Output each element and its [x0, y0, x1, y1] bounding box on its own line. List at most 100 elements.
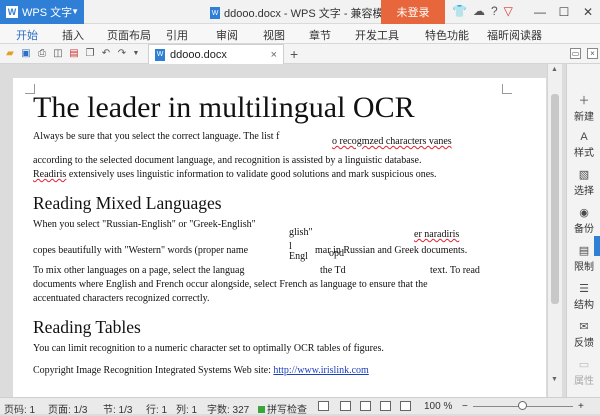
- app-name: WPS 文字: [22, 7, 73, 19]
- text-run: To mix other languages on a page, select…: [33, 265, 245, 276]
- new-icon: ＋: [578, 95, 590, 107]
- sidebar-item-backup[interactable]: ◉ 备份: [567, 206, 600, 235]
- paragraph-line: according to the selected document langu…: [33, 155, 422, 166]
- paragraph-line: To mix other languages on a page, select…: [33, 264, 489, 278]
- cloud-icon[interactable]: ☁: [473, 4, 485, 18]
- sidebar-item-label: 备份: [574, 224, 594, 235]
- titlebar-icons: 👕 ☁ ? ▽: [452, 4, 513, 18]
- document-workarea: The leader in multilingual OCR Always be…: [0, 64, 566, 397]
- sidebar-item-new[interactable]: ＋ 新建: [567, 94, 600, 123]
- scrollbar-thumb[interactable]: [551, 94, 559, 304]
- sidebar-item-structure[interactable]: ☰ 结构: [567, 282, 600, 311]
- tab-foxit-reader[interactable]: 福昕阅读器: [487, 27, 542, 43]
- tab-references[interactable]: 引用: [166, 27, 188, 43]
- sidebar-item-label: 结构: [574, 300, 594, 311]
- zoom-level[interactable]: 100 %: [424, 401, 452, 412]
- print-icon[interactable]: ⎙: [36, 48, 48, 60]
- spell-check-icon: [258, 406, 265, 413]
- zoom-slider-handle[interactable]: [518, 401, 527, 410]
- sidebar-item-feedback[interactable]: ✉ 反馈: [567, 320, 600, 349]
- sidebar-item-label: 样式: [574, 148, 594, 159]
- tab-page-layout[interactable]: 页面布局: [107, 27, 151, 43]
- export-pdf-icon[interactable]: ▤: [68, 48, 80, 60]
- wps-logo-icon: W: [6, 6, 18, 18]
- focus-mode-icon[interactable]: [318, 401, 329, 411]
- paragraph-line: glish" er naradiris: [33, 227, 489, 240]
- vertical-scrollbar[interactable]: ▲ ▼: [547, 64, 562, 397]
- sidebar-item-properties: ▭ 属性: [567, 358, 600, 387]
- quick-access-toolbar: ▰ ▣ ⎙ ◫ ▤ ❐ ↶ ↷ ▼ W ddooo.docx × + ▭ ×: [0, 44, 600, 64]
- copy-format-icon[interactable]: ❐: [84, 48, 96, 60]
- text-run: Always be sure that you select the corre…: [33, 131, 280, 142]
- page-view-icon[interactable]: [340, 401, 351, 411]
- scroll-down-icon[interactable]: ▼: [551, 376, 558, 383]
- text-run: Readiris: [33, 169, 67, 180]
- document-tab[interactable]: W ddooo.docx ×: [148, 44, 284, 64]
- page-corner-mark: [502, 84, 512, 94]
- tab-developer[interactable]: 开发工具: [355, 27, 399, 43]
- zoom-out-icon[interactable]: −: [462, 401, 468, 412]
- paragraph-line: You can limit recognition to a numeric c…: [33, 343, 384, 354]
- chevron-down-icon[interactable]: ▼: [130, 48, 142, 60]
- reading-view-icon[interactable]: [400, 401, 411, 411]
- tab-view[interactable]: 视图: [263, 27, 285, 43]
- feedback-icon: ✉: [579, 321, 589, 333]
- paragraph-line: Always be sure that you select the corre…: [33, 130, 489, 147]
- brand-icon[interactable]: ▽: [504, 4, 513, 18]
- window-controls: — ☐ ✕: [528, 0, 600, 24]
- sidebar-item-label: 新建: [574, 112, 594, 123]
- restore-tab-icon[interactable]: ▭: [570, 48, 581, 59]
- text-run: opd: [329, 248, 344, 259]
- ribbon-tabs: 开始 插入 页面布局 引用 审阅 视图 章节 开发工具 特色功能 福昕阅读器: [0, 24, 600, 47]
- redo-icon[interactable]: ↷: [116, 48, 128, 60]
- document-icon: W: [155, 48, 165, 61]
- tab-insert[interactable]: 插入: [62, 27, 84, 43]
- tab-start[interactable]: 开始: [12, 27, 42, 47]
- document-body[interactable]: The leader in multilingual OCR Always be…: [33, 90, 489, 378]
- save-icon[interactable]: ▣: [20, 48, 32, 60]
- style-icon: A: [580, 131, 588, 143]
- help-icon[interactable]: ?: [491, 4, 498, 18]
- maximize-icon[interactable]: ☐: [552, 0, 576, 24]
- sidebar-item-label: 反馈: [574, 338, 594, 349]
- scroll-up-icon[interactable]: ▲: [551, 66, 558, 73]
- text-run: the Td: [320, 265, 346, 276]
- heading-mixed-languages: Reading Mixed Languages: [33, 193, 222, 213]
- text-run: When you select "Russian-English" or "Gr…: [33, 219, 256, 230]
- sidebar-item-style[interactable]: A 样式: [567, 130, 600, 159]
- sidebar-collapse-handle[interactable]: [594, 236, 600, 256]
- text-run: Copyright Image Recognition Integrated S…: [33, 365, 274, 376]
- close-icon[interactable]: ✕: [576, 0, 600, 24]
- close-tab-icon[interactable]: ×: [271, 49, 277, 61]
- properties-icon: ▭: [578, 359, 590, 371]
- title-bar: W WPS 文字 ▼ W ddooo.docx - WPS 文字 - 兼容模式 …: [0, 0, 600, 24]
- heading-reading-tables: Reading Tables: [33, 317, 141, 337]
- structure-icon: ☰: [579, 283, 589, 295]
- close-doc-icon[interactable]: ×: [587, 48, 598, 59]
- text-run: extensively uses linguistic information …: [66, 169, 437, 180]
- app-menu-button[interactable]: W WPS 文字 ▼: [0, 0, 84, 24]
- window-title: W ddooo.docx - WPS 文字 - 兼容模式: [210, 5, 395, 21]
- task-pane-sidebar: ＋ 新建 A 样式 ▧ 选择 ◉ 备份 ▤ 限制 ☰ 结构 ✉ 反馈 ▭ 属性: [566, 64, 600, 397]
- minimize-icon[interactable]: —: [528, 0, 552, 24]
- website-link[interactable]: http://www.irislink.com: [273, 365, 368, 376]
- web-view-icon[interactable]: [380, 401, 391, 411]
- shirt-icon[interactable]: 👕: [452, 4, 467, 18]
- sidebar-item-select[interactable]: ▧ 选择: [567, 168, 600, 197]
- login-button[interactable]: 未登录: [381, 0, 445, 24]
- outline-view-icon[interactable]: [360, 401, 371, 411]
- print-preview-icon[interactable]: ◫: [52, 48, 64, 60]
- text-run: copes beautifully with "Western" words (…: [33, 245, 249, 256]
- status-bar: 页码: 1 页面: 1/3 节: 1/3 行: 1 列: 1 字数: 327 拼…: [0, 397, 600, 416]
- tab-features[interactable]: 特色功能: [425, 27, 469, 43]
- document-icon: W: [210, 7, 220, 19]
- tab-chapter[interactable]: 章节: [309, 27, 331, 43]
- tab-review[interactable]: 审阅: [216, 27, 238, 43]
- document-page[interactable]: The leader in multilingual OCR Always be…: [13, 78, 546, 397]
- window-title-text: ddooo.docx - WPS 文字 - 兼容模式: [224, 8, 395, 20]
- undo-icon[interactable]: ↶: [100, 48, 112, 60]
- new-tab-icon[interactable]: +: [290, 46, 298, 62]
- text-run: Engl: [289, 251, 308, 262]
- zoom-in-icon[interactable]: +: [578, 401, 584, 412]
- open-icon[interactable]: ▰: [4, 48, 16, 60]
